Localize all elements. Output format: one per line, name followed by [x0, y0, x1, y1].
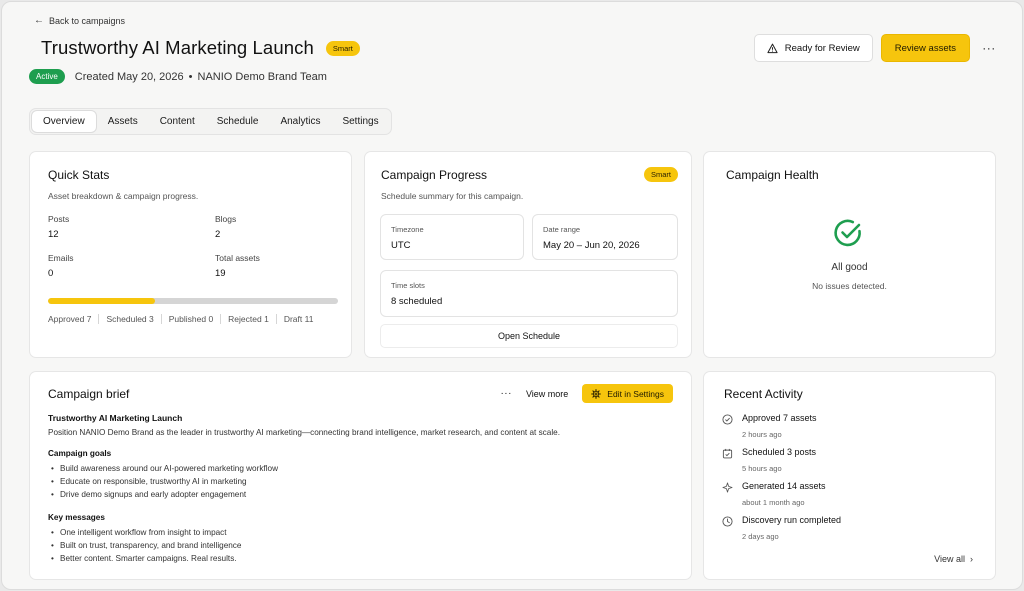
brief-description: Position NANIO Demo Brand as the leader …: [48, 428, 560, 437]
brief-content: Trustworthy AI Marketing Launch Position…: [48, 413, 678, 565]
check-circle-icon: [834, 219, 861, 247]
list-item: One intelligent workflow from insight to…: [48, 526, 678, 539]
review-assets-button[interactable]: Review assets: [880, 34, 970, 62]
quick-stats-title: Quick Stats: [48, 168, 110, 182]
campaign-health-title: Campaign Health: [726, 168, 819, 182]
divider: [220, 314, 222, 324]
edit-in-settings-button[interactable]: Edit in Settings: [582, 384, 673, 403]
campaign-brief-title: Campaign brief: [48, 387, 130, 401]
back-link[interactable]: ← Back to campaigns: [34, 15, 125, 26]
tab-schedule[interactable]: Schedule: [206, 110, 270, 133]
brief-actions: ··· View more Edit in Settings: [500, 384, 673, 403]
check-circle-icon: [722, 414, 733, 425]
open-schedule-button[interactable]: Open Schedule: [380, 324, 678, 348]
date-range-value: May 20 – Jun 20, 2026: [543, 240, 640, 251]
tab-settings[interactable]: Settings: [331, 110, 389, 133]
stat-emails: Emails 0: [48, 253, 74, 279]
health-detail: No issues detected.: [812, 281, 887, 291]
tab-assets[interactable]: Assets: [97, 110, 149, 133]
chevron-right-icon: ›: [970, 554, 973, 564]
breakdown-scheduled: Scheduled 3: [106, 314, 154, 324]
list-item: Educate on responsible, trustworthy AI i…: [48, 475, 678, 488]
asset-progress-bar: [48, 298, 338, 304]
time-slots-box: Time slots 8 scheduled: [380, 270, 678, 317]
divider: [160, 314, 162, 324]
page-title: Trustworthy AI Marketing Launch: [41, 37, 314, 58]
campaign-health-card: Campaign Health All good No issues detec…: [703, 151, 996, 358]
team-name: NANIO Demo Brand Team: [197, 70, 327, 83]
breakdown-draft: Draft 11: [283, 314, 314, 324]
divider: [275, 314, 277, 324]
quick-stats-card: Quick Stats Asset breakdown & campaign p…: [29, 151, 352, 358]
list-item: Better content. Smarter campaigns. Real …: [48, 552, 678, 565]
divider: [98, 314, 100, 324]
view-more-link[interactable]: View more: [526, 389, 568, 399]
health-status: All good: [831, 262, 868, 273]
app-window: ← Back to campaigns Trustworthy AI Marke…: [1, 1, 1023, 590]
goals-list: Build awareness around our AI-powered ma…: [48, 462, 678, 501]
messages-heading: Key messages: [48, 513, 105, 522]
stat-blogs: Blogs 2: [215, 214, 237, 240]
quick-stats-subtitle: Asset breakdown & campaign progress.: [48, 191, 199, 201]
stat-total-assets: Total assets 19: [215, 253, 260, 279]
date-range-box: Date range May 20 – Jun 20, 2026: [532, 214, 678, 260]
title-row: Trustworthy AI Marketing Launch Smart: [41, 37, 360, 59]
campaign-progress-subtitle: Schedule summary for this campaign.: [381, 191, 524, 201]
more-options-icon[interactable]: ···: [978, 34, 1000, 62]
breakdown-approved: Approved 7: [48, 314, 92, 324]
campaign-progress-card: Campaign Progress Smart Schedule summary…: [364, 151, 692, 358]
brief-campaign-name: Trustworthy AI Marketing Launch: [48, 413, 183, 423]
view-all-link[interactable]: View all ›: [934, 554, 973, 564]
ready-for-review-button[interactable]: Ready for Review: [753, 34, 873, 62]
header-actions: Ready for Review Review assets ···: [753, 34, 1000, 62]
smart-badge: Smart: [643, 167, 678, 182]
calendar-check-icon: [722, 448, 733, 459]
tab-analytics[interactable]: Analytics: [269, 110, 331, 133]
gear-icon: [591, 388, 602, 399]
campaign-progress-title: Campaign Progress: [381, 168, 488, 182]
list-item: Drive demo signups and early adopter eng…: [48, 488, 678, 501]
messages-list: One intelligent workflow from insight to…: [48, 526, 678, 565]
campaign-meta: Active Created May 20, 2026 • NANIO Demo B…: [29, 69, 327, 84]
status-badge: Active: [29, 69, 65, 84]
status-breakdown: Approved 7 Scheduled 3 Published 0 Rejec…: [48, 314, 313, 324]
timezone-box: Timezone UTC: [380, 214, 524, 260]
breakdown-published: Published 0: [168, 314, 214, 324]
tab-bar: Overview Assets Content Schedule Analyti…: [29, 108, 392, 135]
warning-icon: [767, 43, 778, 53]
recent-activity-card: Recent Activity Approved 7 assets 2 hour…: [703, 371, 996, 580]
arrow-left-icon: ←: [34, 15, 44, 26]
sparkle-icon: [722, 482, 733, 493]
time-slots-value: 8 scheduled: [391, 296, 443, 307]
smart-badge: Smart: [325, 40, 360, 56]
recent-activity-title: Recent Activity: [724, 387, 803, 401]
tab-content[interactable]: Content: [149, 110, 206, 133]
created-date: Created May 20, 2026 • NANIO Demo Brand Te…: [74, 70, 327, 83]
stat-posts: Posts 12: [48, 214, 70, 240]
breakdown-rejected: Rejected 1: [228, 314, 269, 324]
goals-heading: Campaign goals: [48, 449, 112, 458]
campaign-brief-card: Campaign brief ··· View more Edit in Set…: [29, 371, 692, 580]
list-item: Build awareness around our AI-powered ma…: [48, 462, 678, 475]
asset-progress-fill: [48, 298, 156, 304]
timezone-value: UTC: [391, 240, 411, 251]
back-link-label: Back to campaigns: [49, 15, 126, 26]
tab-overview[interactable]: Overview: [31, 110, 97, 133]
clock-icon: [722, 516, 733, 527]
list-item: Built on trust, transparency, and brand …: [48, 539, 678, 552]
more-options-icon[interactable]: ···: [500, 388, 512, 399]
